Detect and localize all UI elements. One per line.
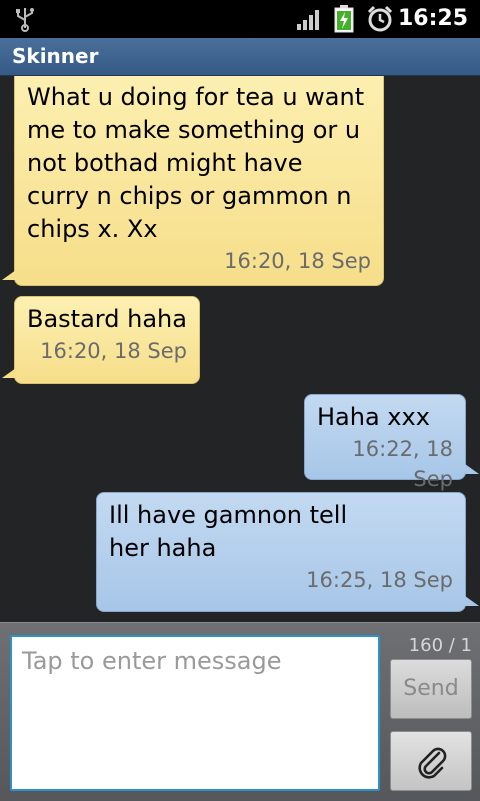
message-input[interactable] xyxy=(10,635,380,791)
bubble-tail xyxy=(465,464,479,474)
message-bubble-incoming[interactable]: Bastard haha 16:20, 18 Sep xyxy=(14,296,200,384)
message-bubble-outgoing[interactable]: Ill have gamnon tell her haha 16:25, 18 … xyxy=(96,492,466,612)
contact-name: Skinner xyxy=(12,44,99,68)
message-bubble-outgoing[interactable]: Haha xxx 16:22, 18 Sep xyxy=(304,394,466,491)
message-bubble-incoming[interactable]: What u doing for tea u want me to make s… xyxy=(14,76,384,286)
bubble-tail xyxy=(465,596,479,606)
alarm-icon xyxy=(367,5,393,32)
message-timestamp: 16:22, 18 Sep xyxy=(352,437,453,491)
signal-icon xyxy=(297,10,319,30)
message-text: Haha xxx xyxy=(317,403,430,431)
compose-bar: 160 / 1 Send xyxy=(0,622,480,801)
status-bar: 16:25 xyxy=(0,0,480,38)
bubble-tail xyxy=(2,270,16,280)
message-timestamp: 16:20, 18 Sep xyxy=(224,249,371,273)
usb-icon xyxy=(16,8,34,32)
attach-button[interactable] xyxy=(390,731,472,791)
send-button[interactable]: Send xyxy=(390,659,472,719)
message-text: Bastard haha xyxy=(27,305,187,333)
battery-charging-icon xyxy=(334,5,354,33)
message-timestamp: 16:20, 18 Sep xyxy=(40,339,187,363)
status-clock: 16:25 xyxy=(397,6,468,31)
bubble-tail xyxy=(2,368,16,378)
conversation-header: Skinner xyxy=(0,38,480,76)
message-timestamp: 16:25, 18 Sep xyxy=(306,568,453,592)
message-thread[interactable]: What u doing for tea u want me to make s… xyxy=(0,76,480,622)
message-text: Ill have gamnon tell her haha xyxy=(109,501,348,562)
message-text: What u doing for tea u want me to make s… xyxy=(27,83,365,243)
paperclip-icon xyxy=(418,747,447,779)
character-counter: 160 / 1 xyxy=(408,635,472,656)
